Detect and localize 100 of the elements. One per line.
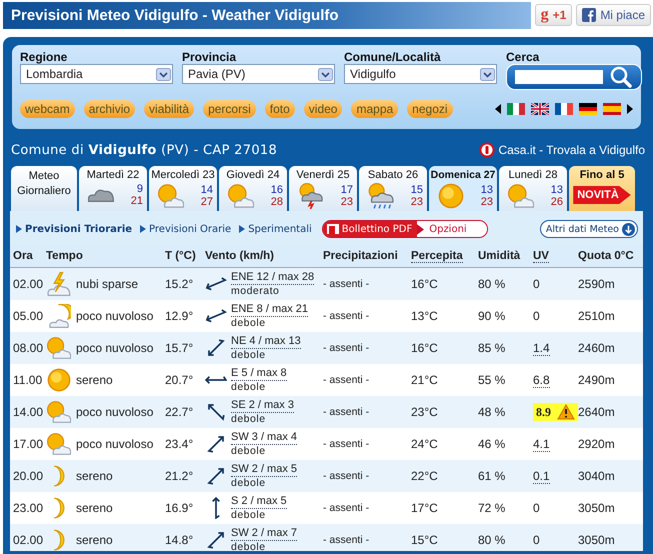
- new-badge: NOVITÀ: [573, 186, 631, 204]
- plus-one-button[interactable]: g +1: [534, 4, 572, 26]
- search-icon[interactable]: [609, 66, 633, 88]
- location-heading: Comune di Vidigulfo (PV) - CAP 27018: [11, 142, 278, 158]
- search-label: Cerca: [506, 50, 540, 64]
- time-cell-text: 14.00: [13, 405, 44, 419]
- more-days-tab[interactable]: Fino al 5 NOVITÀ: [569, 166, 635, 211]
- wind-speed: SW 2 / max 5: [231, 462, 298, 476]
- day-tab[interactable]: Mercoledì 23 14 27: [149, 166, 217, 211]
- temperature-cell-text: 15.2°: [165, 277, 194, 291]
- nav-link[interactable]: video: [304, 100, 342, 118]
- freezing-level-cell-text: 3050m: [578, 501, 616, 515]
- freezing-level-cell-text: 2490m: [578, 373, 616, 387]
- italian-flag-icon[interactable]: [507, 103, 525, 115]
- forecast-link[interactable]: Previsioni Orarie: [149, 224, 232, 234]
- day-tab[interactable]: Giovedì 24 16 28: [219, 166, 287, 211]
- column-header: Precipitazioni: [323, 250, 398, 262]
- sky-cell: sereno: [76, 469, 113, 483]
- column-header: Percepita: [411, 250, 463, 262]
- day-tab[interactable]: Lunedì 28 13 26: [499, 166, 567, 211]
- temperature-cell-text: 15.7°: [165, 341, 194, 355]
- nav-link[interactable]: viabilità: [144, 100, 194, 118]
- search-field[interactable]: [515, 70, 603, 84]
- perceived-cell-text: 16°C: [411, 277, 439, 291]
- wind-speed: SW 3 / max 4: [231, 430, 298, 444]
- wind-speed: E 5 / max 8: [231, 366, 287, 380]
- facebook-icon: [582, 8, 596, 22]
- daily-tab[interactable]: Meteo Giornaliero: [11, 166, 77, 211]
- time-cell-text: 20.00: [13, 469, 44, 483]
- day-tab[interactable]: Venerdì 25 17 23: [289, 166, 357, 211]
- page-title: Previsioni Meteo Vidigulfo - Weather Vidigulfo: [11, 6, 339, 24]
- wind-speed: SW 2 / max 7: [231, 526, 298, 540]
- humidity-cell-text: 72 %: [478, 501, 506, 515]
- sky-cell: sereno: [76, 533, 113, 547]
- spanish-flag-icon[interactable]: [603, 103, 621, 115]
- humidity-cell-text: 80 %: [478, 277, 506, 291]
- casa-link[interactable]: Casa.it - Trovala a Vidigulfo: [498, 143, 645, 157]
- sky-cell: sereno: [76, 501, 113, 515]
- time-cell-text: 23.00: [13, 501, 44, 515]
- temperature-cell-text: 20.7°: [165, 373, 194, 387]
- temperature-cell-text: 23.4°: [165, 437, 194, 451]
- humidity-cell-text: 80 %: [478, 533, 506, 547]
- sky-cell: poco nuvoloso: [76, 309, 154, 323]
- nav-link[interactable]: percorsi: [203, 100, 256, 118]
- nav-link[interactable]: foto: [264, 100, 295, 118]
- nav-link[interactable]: webcam: [20, 100, 75, 118]
- column-header: Tempo: [46, 250, 83, 262]
- caret-icon: [318, 68, 333, 80]
- sun-cloud-icon: [47, 432, 71, 456]
- time-cell-text: 17.00: [13, 437, 44, 451]
- sun-cloud-icon: [47, 336, 71, 360]
- freezing-level-cell-text: 3040m: [578, 469, 616, 483]
- sun-cloud-icon: [158, 183, 184, 209]
- freezing-level-cell-text: 2510m: [578, 309, 616, 323]
- perceived-cell-text: 22°C: [411, 469, 439, 483]
- perceived-cell-text: 17°C: [411, 501, 439, 515]
- dropdown[interactable]: Vidigulfo: [344, 64, 497, 84]
- forecast-link[interactable]: Previsioni Triorarie: [25, 224, 132, 234]
- time-cell-text: 05.00: [13, 309, 44, 323]
- like-button[interactable]: Mi piace: [576, 4, 651, 26]
- day-tab[interactable]: Domenica 27 13 23: [429, 166, 497, 211]
- uv-warning: 8.9: [533, 403, 578, 421]
- freezing-level-cell-text: 2590m: [578, 277, 616, 291]
- wind-speed: S 2 / max 5: [231, 494, 287, 508]
- dropdown[interactable]: Pavia (PV): [182, 64, 335, 84]
- precipitation-cell-text: - assenti -: [323, 278, 370, 290]
- british-flag-icon[interactable]: [531, 103, 549, 115]
- wind-arrow-icon: [205, 433, 227, 455]
- wind-arrow-icon: [205, 465, 227, 487]
- freezing-level-cell-text: 3050m: [578, 533, 616, 547]
- dropdown[interactable]: Lombardia: [20, 64, 173, 84]
- french-flag-icon[interactable]: [555, 103, 573, 115]
- perceived-cell-text: 23°C: [411, 405, 439, 419]
- sun-cloud-icon: [47, 400, 71, 424]
- perceived-cell-text: 21°C: [411, 373, 439, 387]
- bullet-icon: [239, 225, 246, 233]
- moon-icon: [53, 528, 65, 551]
- nav-link[interactable]: negozi: [407, 100, 453, 118]
- day-tab[interactable]: Sabato 26 15 23: [359, 166, 427, 211]
- more-data-button[interactable]: Altri dati Meteo: [540, 220, 638, 238]
- wind-speed: ENE 8 / max 21: [231, 302, 308, 316]
- precipitation-cell-text: - assenti -: [323, 374, 370, 386]
- nav-link[interactable]: archivio: [84, 100, 136, 118]
- german-flag-icon[interactable]: [579, 103, 597, 115]
- sky-cell: poco nuvoloso: [76, 341, 154, 355]
- next-icon[interactable]: [627, 104, 633, 114]
- nav-link[interactable]: mappa: [351, 100, 398, 118]
- pdf-button[interactable]: Bollettino PDF: [322, 221, 418, 237]
- sky-cell: nubi sparse: [76, 277, 138, 291]
- wind-strength: debole: [231, 316, 267, 330]
- day-tab[interactable]: Martedì 22 9 21: [79, 166, 147, 211]
- precipitation-cell-text: - assenti -: [323, 438, 370, 450]
- temperature-cell-text: 12.9°: [165, 309, 194, 323]
- forecast-link[interactable]: Sperimentali: [248, 224, 312, 234]
- precipitation-cell-text: - assenti -: [323, 470, 370, 482]
- storm-icon: [298, 183, 324, 209]
- options-button[interactable]: Opzioni: [417, 221, 487, 237]
- select-label: Regione: [20, 50, 68, 64]
- previous-icon[interactable]: [495, 104, 501, 114]
- humidity-cell-text: 61 %: [478, 469, 506, 483]
